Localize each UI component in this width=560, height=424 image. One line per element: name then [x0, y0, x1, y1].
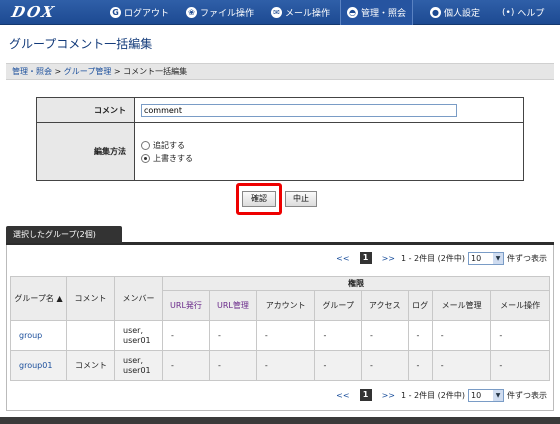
nav-admin-label: 管理・照会 [361, 9, 407, 19]
col-header-group[interactable]: グループ名 ▲ [10, 276, 67, 321]
nav-file-ops[interactable]: ❀ ファイル操作 [186, 0, 254, 25]
perm-cell: - [314, 350, 362, 381]
mail-icon: ✉ [271, 7, 282, 18]
nav-logout[interactable]: G ログアウト [110, 0, 169, 25]
perm-cell: - [255, 320, 316, 351]
radio-append[interactable]: 追記する [141, 139, 523, 152]
footer-bar [0, 417, 560, 424]
logout-icon: G [110, 7, 121, 18]
perm-cell: - [255, 350, 316, 381]
nav-help-label: ヘルプ [517, 9, 545, 19]
nav-personal-label: 個人設定 [444, 9, 481, 19]
pager-current-page: 1 [359, 389, 372, 401]
nav-mail-ops[interactable]: ✉ メール操作 [271, 0, 330, 25]
perm-cell: - [431, 320, 492, 351]
edit-method-label: 編集方法 [36, 122, 135, 181]
tab-bar: 選択したグループ(2個) [6, 226, 554, 245]
nav-mail-ops-label: メール操作 [285, 9, 331, 19]
per-page-value: 10 [471, 390, 482, 400]
chevron-down-icon[interactable]: ▼ [493, 252, 503, 264]
col-header-url-manage: URL管理 [208, 290, 257, 321]
edit-form: コメント 編集方法 追記する 上書きする [36, 97, 524, 181]
pager-bottom: << 1 >> 1 - 2件目 (2件中) 10 ▼ 件ずつ表示 [330, 388, 547, 402]
perm-cell: - [162, 350, 210, 381]
groups-table: グループ名 ▲ コメント メンバー 権限 URL発行 URL管理 アカウント グ… [10, 276, 550, 381]
pager-current-page: 1 [359, 252, 372, 264]
person-icon: ● [430, 7, 441, 18]
per-page-value: 10 [471, 253, 482, 263]
perm-cell: - [314, 320, 362, 351]
app-logo[interactable]: DOX [10, 3, 57, 21]
col-header-log: ログ [407, 290, 433, 321]
perm-cell: - [431, 350, 492, 381]
breadcrumb-admin[interactable]: 管理・照会 [12, 67, 52, 76]
table-row: group01 コメント user, user01 - - - - - - - … [10, 350, 550, 381]
pager-range: 1 - 2件目 (2件中) [400, 390, 465, 400]
perm-cell: - [360, 320, 409, 351]
perm-cell: - [162, 320, 210, 351]
help-icon: (•) [502, 7, 515, 18]
radio-overwrite[interactable]: 上書きする [141, 152, 523, 165]
breadcrumb-current: コメント一括編集 [123, 67, 188, 76]
perm-cell: - [407, 320, 433, 351]
group-comment [66, 320, 115, 351]
group-members: user, user01 [114, 320, 163, 351]
col-header-comment: コメント [66, 276, 115, 321]
perm-cell: - [208, 320, 257, 351]
radio-append-label: 追記する [153, 140, 185, 150]
chevron-down-icon[interactable]: ▼ [493, 389, 503, 401]
perm-cell: - [407, 350, 433, 381]
nav-admin[interactable]: ◓ 管理・照会 [340, 0, 414, 25]
confirm-button[interactable]: 確認 [242, 191, 276, 207]
group-name-link[interactable]: group [10, 320, 67, 351]
file-icon: ❀ [186, 7, 197, 18]
pager-prev[interactable]: << [336, 254, 349, 263]
breadcrumb-separator: > [54, 67, 62, 76]
breadcrumb: 管理・照会 > グループ管理 > コメント一括編集 [6, 63, 554, 80]
nav-logout-label: ログアウト [124, 9, 170, 19]
nav-personal[interactable]: ● 個人設定 [430, 0, 480, 25]
radio-append-circle[interactable] [141, 140, 150, 150]
group-members: user, user01 [114, 350, 163, 381]
perm-cell: - [490, 320, 550, 351]
tab-selected-groups[interactable]: 選択したグループ(2個) [6, 226, 122, 243]
cancel-button[interactable]: 中止 [285, 191, 317, 207]
top-nav-bar: DOX G ログアウト ❀ ファイル操作 ✉ メール操作 ◓ 管理・照会 ● 個… [0, 0, 560, 25]
group-comment: コメント [66, 350, 115, 381]
col-header-group-label: グループ名 [14, 293, 54, 303]
col-header-group-perm: グループ [314, 290, 362, 321]
pager-next[interactable]: >> [382, 391, 395, 400]
nav-file-ops-label: ファイル操作 [200, 9, 255, 19]
pager-prev[interactable]: << [336, 391, 349, 400]
admin-icon: ◓ [347, 7, 358, 18]
per-page-suffix: 件ずつ表示 [507, 253, 547, 263]
col-header-mail-manage: メール管理 [431, 290, 492, 321]
page-title: グループコメント一括編集 [9, 37, 153, 51]
comment-label: コメント [36, 97, 135, 123]
comment-input[interactable] [141, 103, 457, 117]
radio-overwrite-circle[interactable] [141, 153, 150, 163]
perm-cell: - [490, 350, 550, 381]
col-header-mail-ops: メール操作 [490, 290, 550, 321]
col-header-access: アクセス [360, 290, 409, 321]
perm-cell: - [360, 350, 409, 381]
breadcrumb-separator: > [113, 67, 121, 76]
per-page-suffix: 件ずつ表示 [507, 390, 547, 400]
col-header-account: アカウント [255, 290, 316, 321]
pager-top: << 1 >> 1 - 2件目 (2件中) 10 ▼ 件ずつ表示 [330, 251, 547, 265]
group-name-link[interactable]: group01 [10, 350, 67, 381]
nav-help[interactable]: (•) ヘルプ [502, 0, 544, 25]
radio-overwrite-label: 上書きする [153, 153, 193, 163]
breadcrumb-group-management[interactable]: グループ管理 [64, 67, 112, 76]
table-row: group user, user01 - - - - - - - - [10, 320, 550, 351]
col-header-members: メンバー [114, 276, 163, 321]
per-page-select[interactable]: 10 ▼ [468, 388, 504, 402]
col-header-permissions: 権限 [162, 276, 550, 291]
pager-range: 1 - 2件目 (2件中) [400, 253, 465, 263]
sort-asc-icon[interactable]: ▲ [56, 294, 62, 303]
perm-cell: - [208, 350, 257, 381]
pager-next[interactable]: >> [382, 254, 395, 263]
col-header-url-issue: URL発行 [162, 290, 210, 321]
per-page-select[interactable]: 10 ▼ [468, 251, 504, 265]
